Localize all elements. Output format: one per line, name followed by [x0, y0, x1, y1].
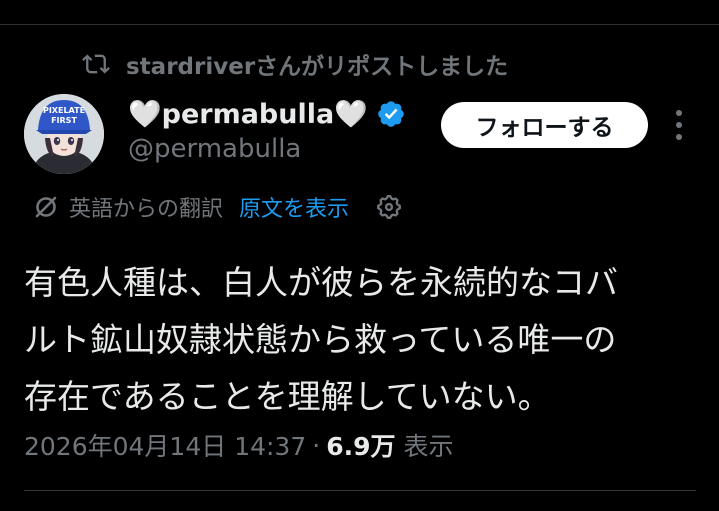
translate-icon: [35, 196, 57, 218]
more-dot: [676, 122, 682, 128]
gear-icon[interactable]: [375, 193, 403, 221]
tweet-meta: 2026年04月14日 14:37 · 6.9万 表示: [24, 427, 454, 463]
author-display-name[interactable]: 🤍permabulla🤍: [128, 98, 368, 130]
author-name-row[interactable]: 🤍permabulla🤍: [128, 96, 406, 132]
tweet-text: 有色人種は、白人が彼らを永続的なコバ ルト鉱山奴隷状態から救っている唯一の 存在…: [24, 254, 694, 425]
repost-icon: [82, 54, 110, 74]
tweet-timestamp[interactable]: 2026年04月14日 14:37: [24, 427, 306, 463]
more-dot: [676, 134, 682, 140]
meta-separator: ·: [312, 430, 321, 460]
more-dot: [676, 110, 682, 116]
avatar-cap-text-2: FIRST: [51, 116, 77, 125]
top-divider: [0, 24, 719, 25]
author-handle[interactable]: @permabulla: [128, 134, 301, 164]
tweet-text-line: 有色人種は、白人が彼らを永続的なコバ: [24, 263, 618, 302]
more-options-icon[interactable]: [668, 110, 690, 140]
show-original-link[interactable]: 原文を表示: [239, 191, 349, 223]
repost-context[interactable]: stardriverさんがリポストしました: [82, 48, 508, 80]
verified-badge-icon: [378, 101, 404, 127]
tweet-text-line: ルト鉱山奴隷状態から救っている唯一の: [24, 320, 617, 359]
avatar-image: PIXELATE FIRST: [24, 94, 104, 174]
translation-bar: 英語からの翻訳 原文を表示: [33, 190, 403, 224]
tweet-text-line: 存在であることを理解していない。: [24, 377, 551, 416]
translation-label: 英語からの翻訳: [69, 197, 224, 222]
avatar-cap-text-1: PIXELATE: [43, 106, 85, 115]
follow-button[interactable]: フォローする: [441, 102, 648, 148]
views-label: 表示: [403, 432, 454, 461]
avatar[interactable]: PIXELATE FIRST: [24, 94, 104, 174]
repost-text: stardriverさんがリポストしました: [126, 54, 509, 80]
views-count[interactable]: 6.9万: [326, 427, 395, 463]
bottom-divider: [24, 490, 696, 491]
